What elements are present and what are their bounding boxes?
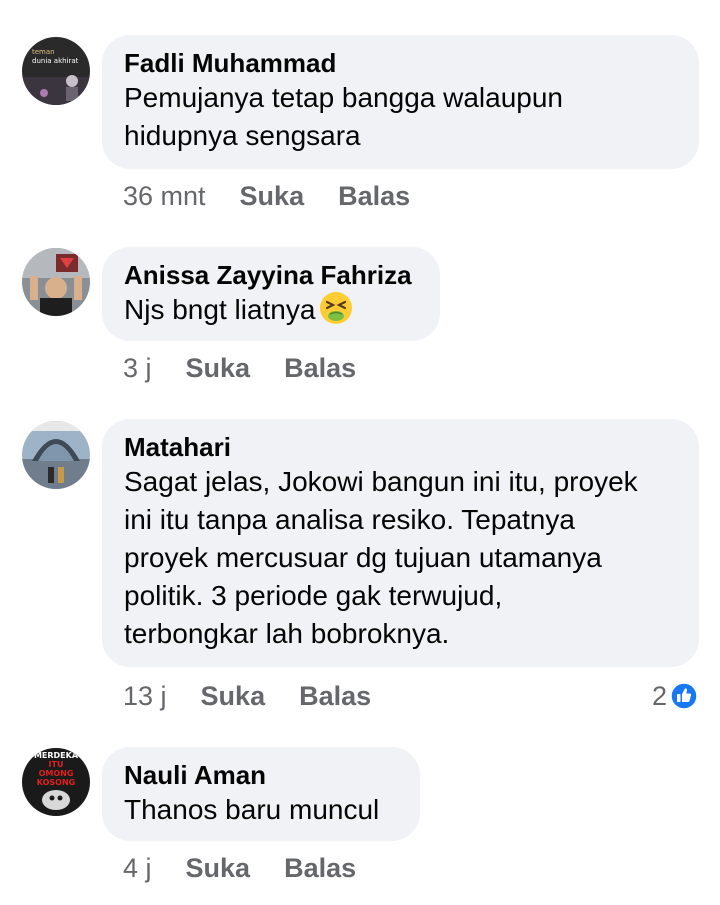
- reply-button[interactable]: Balas: [299, 681, 371, 711]
- comment-bubble: Fadli Muhammad Pemujanya tetap bangga wa…: [102, 35, 699, 169]
- avatar-caption: teman: [32, 48, 55, 56]
- reply-button[interactable]: Balas: [338, 181, 410, 211]
- comment-timestamp[interactable]: 3 j: [123, 353, 152, 383]
- comment-bubble: Anissa Zayyina Fahriza Njs bngt liatnya: [102, 247, 440, 341]
- avatar[interactable]: [22, 421, 90, 489]
- avatar[interactable]: MERDEKA ITU OMONG KOSONG: [22, 748, 90, 816]
- comment-text-line: Njs bngt liatnya: [124, 294, 316, 325]
- comment-meta: 36 mnt Suka Balas: [123, 180, 410, 212]
- comment-bubble: Nauli Aman Thanos baru muncul: [102, 747, 420, 841]
- comment-text-line: Sagat jelas, Jokowi bangun ini itu, proy…: [124, 466, 638, 497]
- comment-text-line: hidupnya sengsara: [124, 120, 361, 151]
- comment-text-line: terbongkar lah bobroknya.: [124, 618, 450, 649]
- reply-button[interactable]: Balas: [284, 353, 356, 383]
- avatar-caption: OMONG: [39, 769, 74, 778]
- avatar-caption: KOSONG: [37, 778, 75, 787]
- comment-author[interactable]: Anissa Zayyina Fahriza: [124, 259, 418, 291]
- avatar[interactable]: teman dunia akhirat: [22, 37, 90, 105]
- comment-text-line: proyek mercusuar dg tujuan utamanya: [124, 542, 602, 573]
- comment-text-line: Thanos baru muncul: [124, 794, 380, 825]
- comment-timestamp[interactable]: 13 j: [123, 681, 167, 711]
- comment-text-line: Pemujanya tetap bangga walaupun: [124, 82, 564, 113]
- comment-meta: 4 j Suka Balas: [123, 852, 356, 884]
- avatar-caption: ITU: [49, 760, 64, 769]
- comment-timestamp[interactable]: 36 mnt: [123, 181, 206, 211]
- reply-button[interactable]: Balas: [284, 853, 356, 883]
- comment-text-line: politik. 3 periode gak terwujud,: [124, 580, 503, 611]
- comment-author[interactable]: Nauli Aman: [124, 759, 398, 791]
- comment-timestamp[interactable]: 4 j: [123, 853, 152, 883]
- avatar-caption: MERDEKA: [34, 751, 79, 760]
- comment-text: Njs bngt liatnya: [124, 291, 418, 329]
- avatar[interactable]: [22, 248, 90, 316]
- like-button[interactable]: Suka: [186, 353, 251, 383]
- comment-bubble: Matahari Sagat jelas, Jokowi bangun ini …: [102, 419, 699, 667]
- like-button[interactable]: Suka: [186, 853, 251, 883]
- comment-meta: 13 j Suka Balas: [123, 680, 371, 712]
- reaction-count: 2: [651, 681, 667, 711]
- reaction-summary[interactable]: 2: [652, 680, 698, 712]
- like-icon: [670, 682, 698, 710]
- like-button[interactable]: Suka: [201, 681, 266, 711]
- comment-text-line: ini itu tanpa analisa resiko. Tepatnya: [124, 504, 575, 535]
- comment-author[interactable]: Fadli Muhammad: [124, 47, 677, 79]
- nauseated-face-icon: [320, 292, 353, 324]
- avatar-caption: dunia akhirat: [32, 57, 79, 65]
- like-button[interactable]: Suka: [240, 181, 305, 211]
- comment-author[interactable]: Matahari: [124, 431, 677, 463]
- comment-meta: 3 j Suka Balas: [123, 352, 356, 384]
